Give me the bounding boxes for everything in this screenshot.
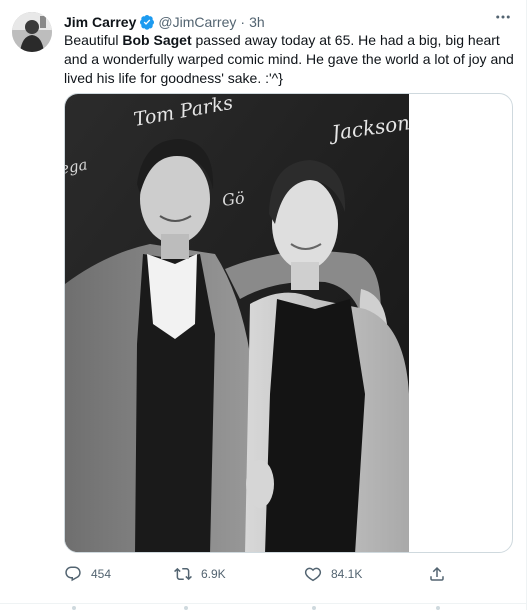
author-name[interactable]: Jim Carrey [64,14,136,30]
tweet-actions: 454 6.9K 84.1K [64,565,444,585]
retweet-button[interactable]: 6.9K [174,565,226,583]
share-button[interactable] [428,565,455,583]
share-icon [430,566,444,581]
divider-dot [312,606,316,610]
more-icon[interactable] [490,8,516,30]
reply-count: 454 [91,567,112,581]
tweet[interactable]: Jim Carrey @JimCarrey · 3h Beautiful Bob… [0,0,527,610]
divider-dot [436,606,440,610]
heart-icon [304,567,322,582]
tweet-text-bold: Bob Saget [122,32,192,48]
retweet-count: 6.9K [201,567,226,581]
reply-button[interactable]: 454 [64,565,111,583]
author-handle[interactable]: @JimCarrey [158,14,236,30]
divider [0,603,527,604]
meta-separator: · [240,14,246,30]
like-button[interactable]: 84.1K [304,565,362,583]
retweet-icon [174,567,192,581]
tweet-photo[interactable]: Tom Parks Jackson Gö ega [64,93,513,553]
tweet-text: Beautiful Bob Saget passed away today at… [64,31,520,88]
divider-dot [72,606,76,610]
reply-icon [65,566,81,582]
like-count: 84.1K [331,567,363,581]
verified-badge-icon [140,15,155,30]
tweet-timestamp[interactable]: 3h [249,14,265,30]
avatar[interactable] [12,12,52,52]
backdrop-sign-3: Gö [221,188,246,210]
divider-dot [184,606,188,610]
tweet-text-before: Beautiful [64,32,123,48]
photo-image: Tom Parks Jackson Gö ega [65,94,409,552]
tweet-header: Jim Carrey @JimCarrey · 3h [64,12,265,32]
